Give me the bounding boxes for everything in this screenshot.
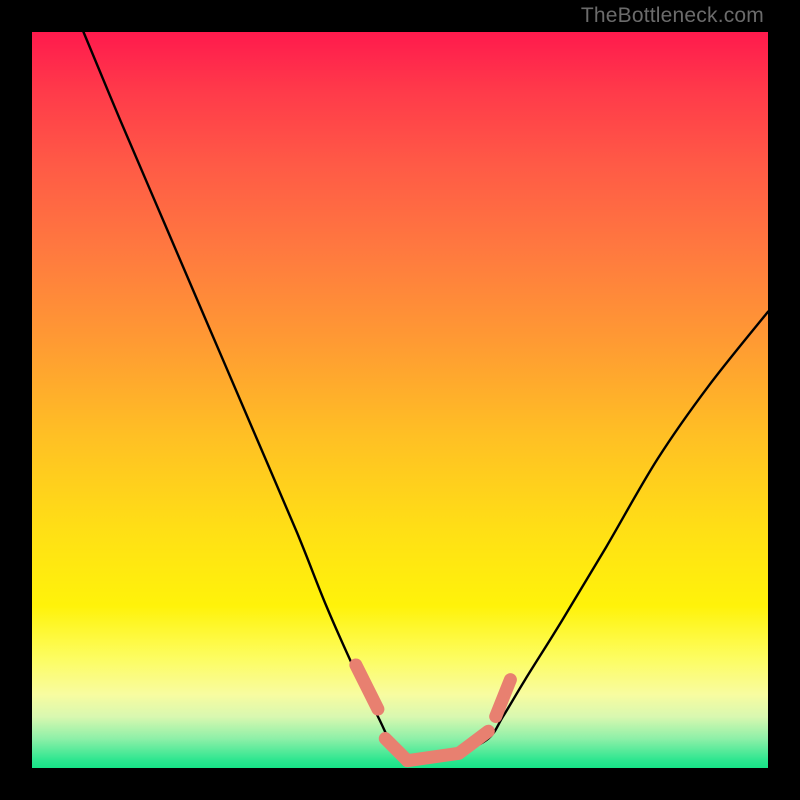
- highlight-segment: [459, 731, 488, 753]
- highlight-segments: [356, 665, 511, 761]
- curve-path: [84, 32, 769, 762]
- highlight-segment: [496, 680, 511, 717]
- watermark-text: TheBottleneck.com: [581, 4, 764, 28]
- plot-area: [32, 32, 768, 768]
- highlight-segment: [407, 753, 459, 760]
- chart-frame: TheBottleneck.com: [0, 0, 800, 800]
- highlight-segment: [356, 665, 378, 709]
- bottleneck-curve: [84, 32, 769, 762]
- curve-svg: [32, 32, 768, 768]
